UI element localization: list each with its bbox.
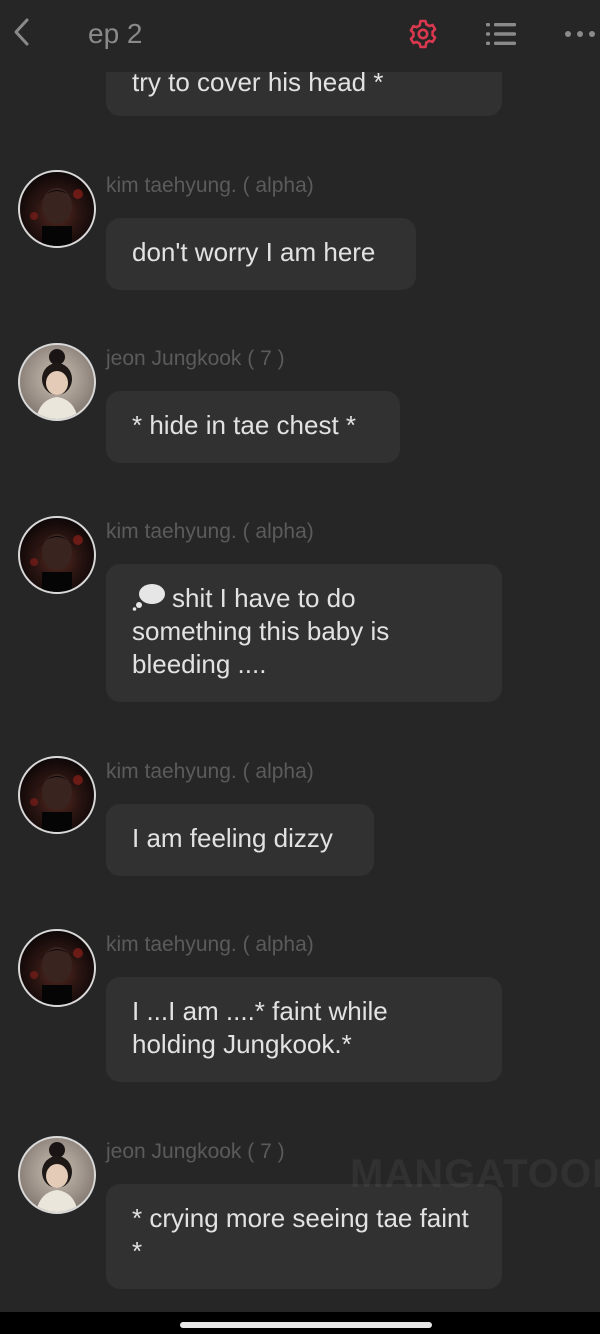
sender-name: jeon Jungkook ( 7 ): [106, 1140, 285, 1163]
avatar-image: [30, 188, 83, 246]
message-text: don't worry I am here: [132, 237, 376, 267]
sender-name: kim taehyung. ( alpha): [106, 760, 314, 783]
message-text: * crying more seeing tae faint *: [132, 1203, 469, 1266]
message-text: shit I have to do something this baby is…: [132, 583, 390, 679]
sender-name: kim taehyung. ( alpha): [106, 520, 314, 543]
sender-name: jeon Jungkook ( 7 ): [106, 347, 285, 370]
sender-name: kim taehyung. ( alpha): [106, 174, 314, 197]
settings-button[interactable]: [401, 12, 445, 56]
watermark: MANGATOON: [350, 1152, 600, 1196]
avatar-image: [30, 947, 83, 1005]
avatar-image: [36, 349, 78, 419]
avatar[interactable]: [18, 1136, 96, 1214]
avatar[interactable]: [18, 929, 96, 1007]
message-text: I am feeling dizzy: [132, 823, 333, 853]
gear-icon: [409, 19, 437, 49]
message-text: * hide in tae chest *: [132, 410, 357, 440]
message-bubble: I ...I am ....* faint while holding Jung…: [106, 977, 502, 1082]
message-list[interactable]: try to cover his head * kim taehyung. ( …: [0, 0, 600, 1312]
more-horizontal-icon: [565, 31, 595, 37]
sender-name: kim taehyung. ( alpha): [106, 933, 314, 956]
list-icon: [486, 23, 516, 45]
page-title: ep 2: [88, 18, 143, 49]
message-bubble: * hide in tae chest *: [106, 391, 400, 463]
chat-screen: try to cover his head * kim taehyung. ( …: [0, 0, 600, 1334]
avatar[interactable]: [18, 170, 96, 248]
back-button[interactable]: [6, 12, 36, 52]
avatar[interactable]: [18, 516, 96, 594]
episode-list-button[interactable]: [479, 12, 523, 56]
thought-bubble-icon: [132, 584, 165, 611]
avatar-image: [30, 534, 83, 592]
top-bar: ep 2: [0, 0, 600, 72]
avatar[interactable]: [18, 756, 96, 834]
message-bubble: I am feeling dizzy: [106, 804, 374, 876]
message-bubble: don't worry I am here: [106, 218, 416, 290]
avatar-image: [30, 774, 83, 832]
avatar[interactable]: [18, 343, 96, 421]
message-bubble: * crying more seeing tae faint *: [106, 1184, 502, 1289]
chevron-left-icon: [14, 18, 29, 46]
avatar-image: [36, 1142, 78, 1212]
message-bubble: shit I have to do something this baby is…: [106, 564, 502, 702]
home-indicator[interactable]: [180, 1322, 432, 1328]
message-text: I ...I am ....* faint while holding Jung…: [132, 996, 388, 1059]
more-button[interactable]: [558, 12, 600, 56]
